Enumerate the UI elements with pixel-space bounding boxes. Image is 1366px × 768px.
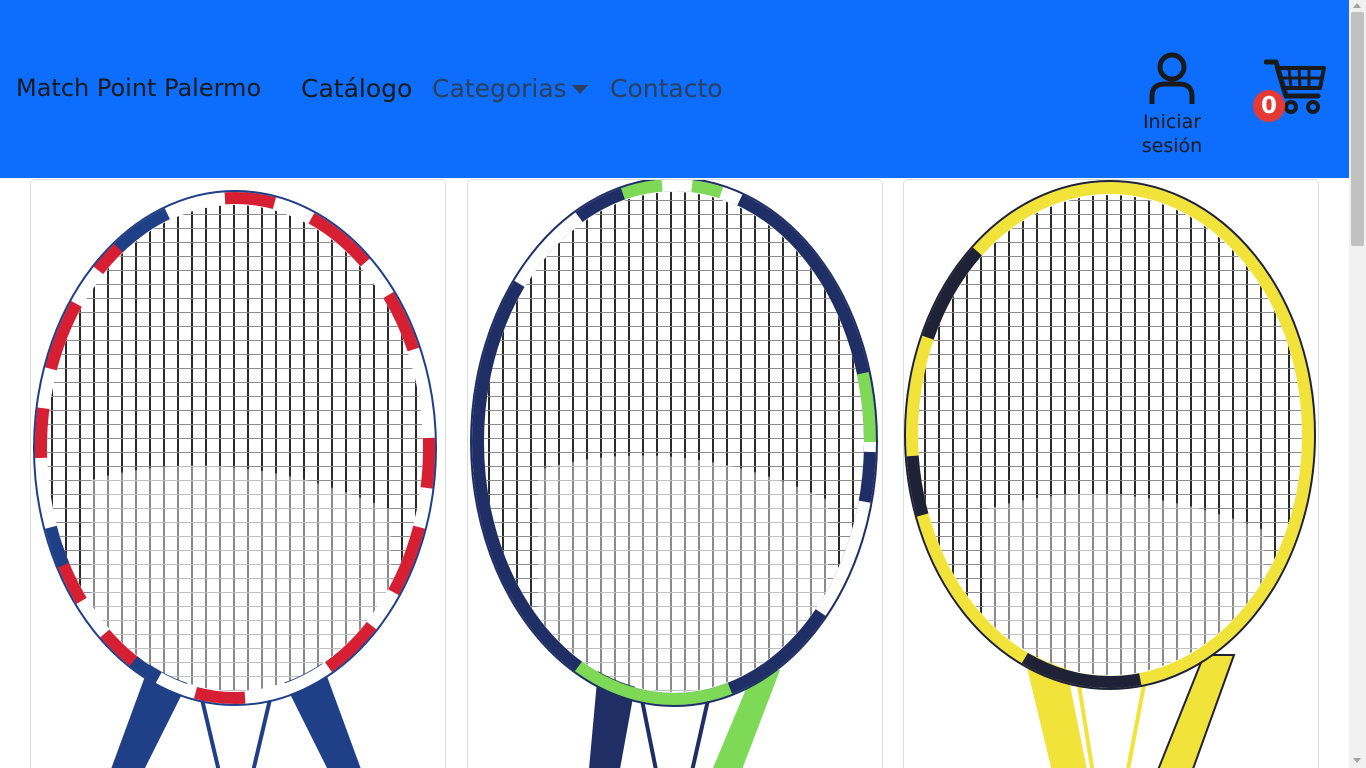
cart-button[interactable]: 0 [1250,56,1330,126]
nav-link-contacto[interactable]: Contacto [610,74,723,103]
login-label: Iniciar sesión [1141,111,1203,157]
nav-link-catalogo[interactable]: Catálogo [301,74,412,103]
login-button[interactable]: Iniciar sesión [1130,50,1214,162]
top-navbar: Match Point Palermo Catálogo Categorias … [0,0,1349,178]
tennis-racket-image [470,180,878,768]
product-card[interactable] [903,179,1319,768]
page: Match Point Palermo Catálogo Categorias … [0,0,1366,768]
scroll-down-arrow-icon[interactable] [1353,758,1361,763]
user-icon [1149,52,1195,104]
product-card[interactable] [467,179,883,768]
brand-logo-text[interactable]: Match Point Palermo [16,74,261,102]
tennis-racket-image [33,190,437,768]
caret-down-icon[interactable] [572,85,588,94]
cart-count-badge: 0 [1253,90,1285,122]
nav-link-categorias[interactable]: Categorias [432,74,567,103]
product-card[interactable] [30,179,446,768]
tennis-racket-image [904,180,1316,768]
scroll-up-arrow-icon[interactable] [1353,3,1361,8]
scrollbar-thumb[interactable] [1351,12,1364,246]
